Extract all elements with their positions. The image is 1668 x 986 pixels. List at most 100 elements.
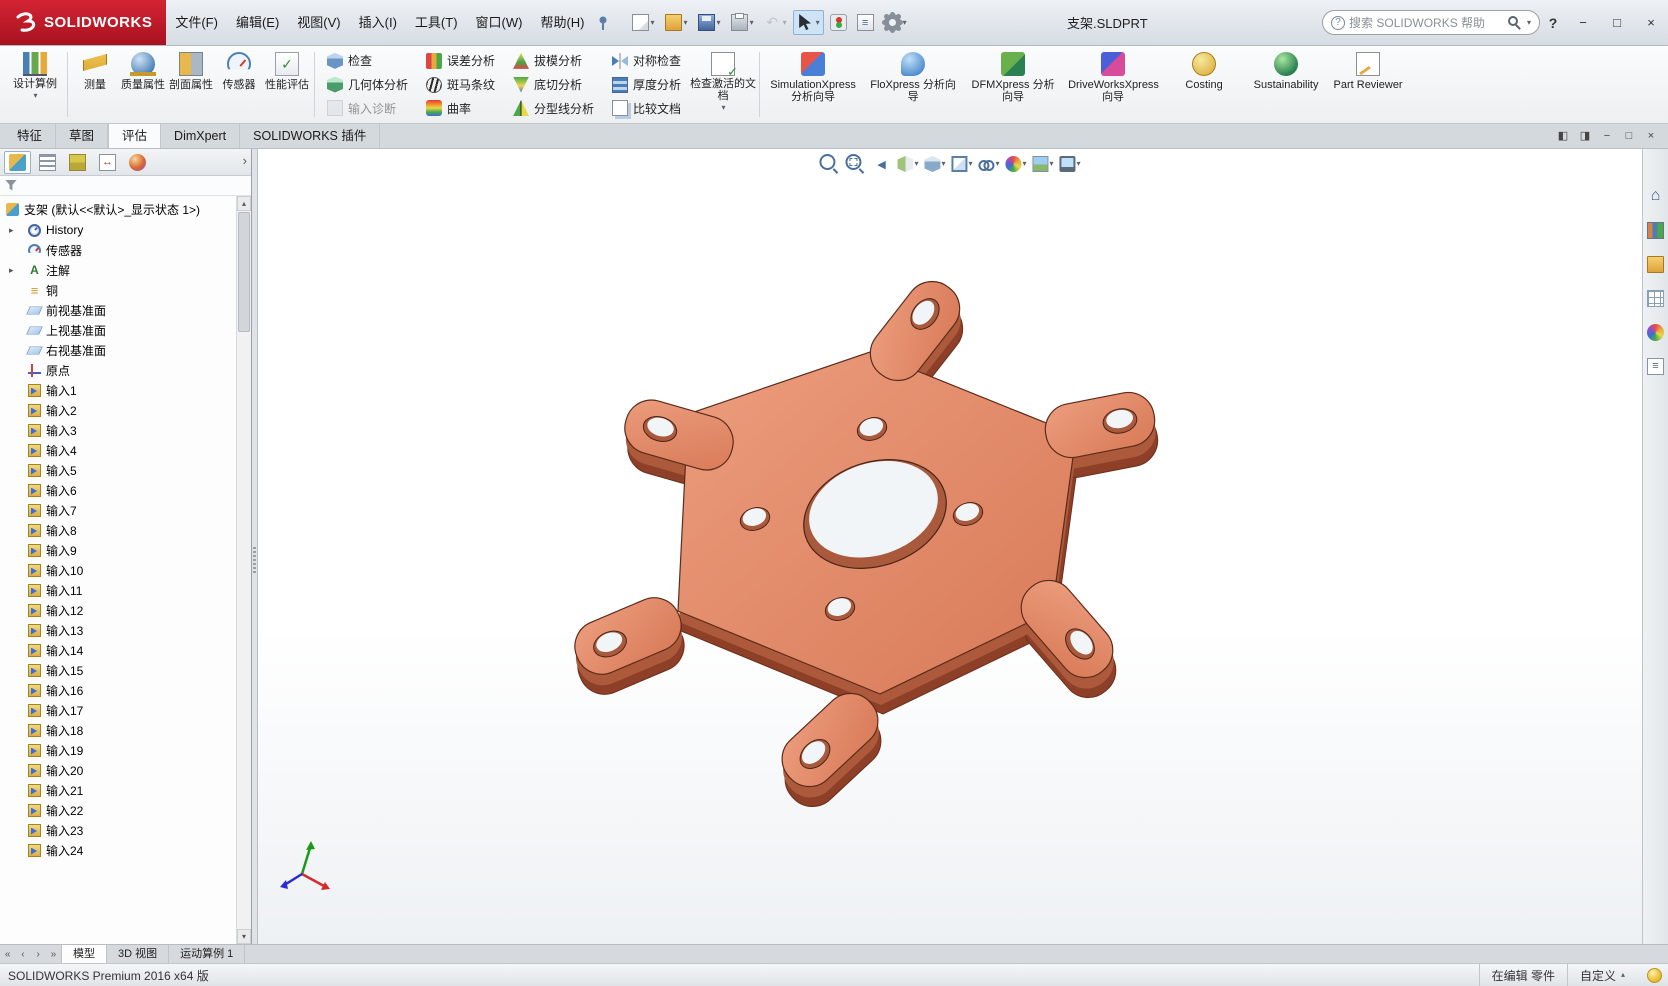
split-right-button[interactable]: ◨ bbox=[1574, 124, 1596, 148]
menu-item[interactable]: 帮助(H) bbox=[531, 0, 593, 45]
tree-item[interactable]: 输入23 bbox=[0, 820, 236, 840]
maximize-button[interactable]: □ bbox=[1600, 0, 1634, 45]
costing-button[interactable]: Costing bbox=[1163, 48, 1245, 121]
tree-item[interactable]: 上视基准面 bbox=[0, 320, 236, 340]
close-button[interactable]: × bbox=[1634, 0, 1668, 45]
tree-item[interactable]: 输入4 bbox=[0, 440, 236, 460]
open-button[interactable]: ▾ bbox=[661, 10, 692, 35]
tree-item[interactable]: 输入11 bbox=[0, 580, 236, 600]
custom-status[interactable]: 自定义 ▴ bbox=[1566, 964, 1637, 986]
tree-item[interactable]: 输入1 bbox=[0, 380, 236, 400]
tree-item[interactable]: ▸ 注解 bbox=[0, 260, 236, 280]
performance-button[interactable]: 性能评估 bbox=[263, 48, 311, 121]
tree-item[interactable]: 前视基准面 bbox=[0, 300, 236, 320]
scroll-track[interactable] bbox=[237, 211, 251, 929]
tree-item[interactable]: 输入17 bbox=[0, 700, 236, 720]
design-library-button[interactable] bbox=[1645, 219, 1667, 241]
tree-item[interactable]: 输入6 bbox=[0, 480, 236, 500]
zoom-area-button[interactable] bbox=[843, 152, 867, 176]
help-search[interactable]: ▾ bbox=[1322, 10, 1541, 35]
curvature-button[interactable]: 曲率 bbox=[419, 96, 502, 120]
measure-button[interactable]: 测量 bbox=[71, 48, 119, 121]
scroll-up-button[interactable]: ▴ bbox=[237, 196, 251, 211]
minimize-button[interactable]: − bbox=[1566, 0, 1600, 45]
options-button[interactable]: ▾ bbox=[880, 10, 911, 35]
tree-item[interactable]: 输入24 bbox=[0, 840, 236, 860]
filter-icon[interactable] bbox=[5, 179, 17, 191]
menu-item[interactable]: 窗口(W) bbox=[467, 0, 532, 45]
propertymanager-tab[interactable] bbox=[34, 151, 61, 174]
doc-restore-button[interactable]: □ bbox=[1618, 124, 1640, 148]
tree-item[interactable]: 输入21 bbox=[0, 780, 236, 800]
edit-appearance-button[interactable]: ▾ bbox=[1004, 152, 1029, 176]
tree-item[interactable]: 输入16 bbox=[0, 680, 236, 700]
tree-item[interactable]: 输入18 bbox=[0, 720, 236, 740]
doc-minimize-button[interactable]: − bbox=[1596, 124, 1618, 148]
scroll-next-button[interactable]: › bbox=[31, 945, 46, 963]
simulationxpress-button[interactable]: SimulationXpress 分析向导 bbox=[763, 48, 863, 121]
tree-item[interactable]: 输入9 bbox=[0, 540, 236, 560]
search-input[interactable] bbox=[1349, 15, 1504, 30]
save-button[interactable]: ▾ bbox=[694, 10, 725, 35]
splitter-grip-icon[interactable] bbox=[253, 546, 256, 573]
ribbon-tab[interactable]: 评估 bbox=[108, 124, 162, 148]
driveworksxpress-button[interactable]: DriveWorksXpress 向导 bbox=[1063, 48, 1163, 121]
tree-item[interactable]: 输入10 bbox=[0, 560, 236, 580]
file-explorer-button[interactable] bbox=[1645, 253, 1667, 275]
appearances-button[interactable] bbox=[1645, 321, 1667, 343]
home-button[interactable] bbox=[1645, 185, 1667, 207]
document-tab[interactable]: 运动算例 1 bbox=[169, 945, 246, 963]
ribbon-tab[interactable]: DimXpert bbox=[161, 124, 241, 148]
pin-icon[interactable] bbox=[596, 15, 610, 31]
previous-view-button[interactable] bbox=[869, 152, 893, 176]
featuremanager-tab[interactable] bbox=[4, 150, 31, 174]
tree-item[interactable]: 输入5 bbox=[0, 460, 236, 480]
undercut-analysis-button[interactable]: 底切分析 bbox=[506, 73, 601, 97]
expand-arrow-icon[interactable]: ▸ bbox=[9, 265, 14, 276]
check-entity-button[interactable]: 检查 bbox=[320, 49, 415, 73]
tree-item[interactable]: 输入2 bbox=[0, 400, 236, 420]
expand-arrow-icon[interactable]: ▸ bbox=[9, 225, 14, 236]
tree-item[interactable]: 输入14 bbox=[0, 640, 236, 660]
zebra-stripes-button[interactable]: 斑马条纹 bbox=[419, 73, 502, 97]
document-tab[interactable]: 模型 bbox=[62, 945, 107, 963]
geometry-analysis-button[interactable]: 几何体分析 bbox=[320, 73, 415, 97]
help-button[interactable]: ? bbox=[1540, 15, 1566, 31]
tree-item[interactable]: 原点 bbox=[0, 360, 236, 380]
menu-item[interactable]: 文件(F) bbox=[166, 0, 227, 45]
select-button[interactable]: ▾ bbox=[792, 10, 824, 35]
import-diagnostics-button[interactable]: 输入诊断 bbox=[320, 96, 415, 120]
dimxpertmanager-tab[interactable] bbox=[94, 151, 121, 174]
new-document-button[interactable]: ▾ bbox=[628, 10, 659, 35]
scroll-down-button[interactable]: ▾ bbox=[237, 929, 251, 944]
panel-expand-icon[interactable]: › bbox=[243, 153, 247, 168]
doc-close-button[interactable]: × bbox=[1640, 124, 1662, 148]
configurationmanager-tab[interactable] bbox=[64, 151, 91, 174]
thickness-analysis-button[interactable]: 厚度分析 bbox=[605, 73, 688, 97]
compare-documents-button[interactable]: 比较文档 bbox=[605, 96, 688, 120]
file-properties-button[interactable] bbox=[853, 10, 878, 35]
ribbon-tab[interactable]: 特征 bbox=[4, 124, 57, 148]
sensor-button[interactable]: 传感器 bbox=[215, 48, 263, 121]
scroll-last-button[interactable]: » bbox=[46, 945, 61, 963]
hide-show-items-button[interactable]: ▾ bbox=[976, 152, 1001, 176]
resources-icon[interactable] bbox=[1647, 967, 1662, 983]
viewport[interactable]: ▾ ▾ ▾ ▾ ▾ ▾ ▾ bbox=[258, 149, 1642, 944]
print-button[interactable]: ▾ bbox=[727, 10, 758, 35]
undo-button[interactable]: ▾ bbox=[760, 10, 791, 35]
section-properties-button[interactable]: 剖面属性 bbox=[167, 48, 215, 121]
part-model[interactable] bbox=[258, 149, 1642, 944]
tree-item[interactable]: 输入15 bbox=[0, 660, 236, 680]
floxpress-button[interactable]: FloXpress 分析向导 bbox=[863, 48, 963, 121]
tree-item[interactable]: 输入7 bbox=[0, 500, 236, 520]
part-reviewer-button[interactable]: Part Reviewer bbox=[1327, 48, 1409, 121]
tree-item[interactable]: 输入8 bbox=[0, 520, 236, 540]
section-view-button[interactable]: ▾ bbox=[895, 152, 920, 176]
check-active-document-button[interactable]: 检查激活的文档▾ bbox=[690, 48, 756, 121]
design-study-button[interactable]: 设计算例 ▾ bbox=[6, 48, 64, 121]
zoom-fit-button[interactable] bbox=[817, 152, 841, 176]
scroll-prev-button[interactable]: ‹ bbox=[15, 945, 30, 963]
displaymanager-tab[interactable] bbox=[124, 151, 151, 174]
menu-item[interactable]: 视图(V) bbox=[288, 0, 349, 45]
tree-item[interactable]: 输入20 bbox=[0, 760, 236, 780]
